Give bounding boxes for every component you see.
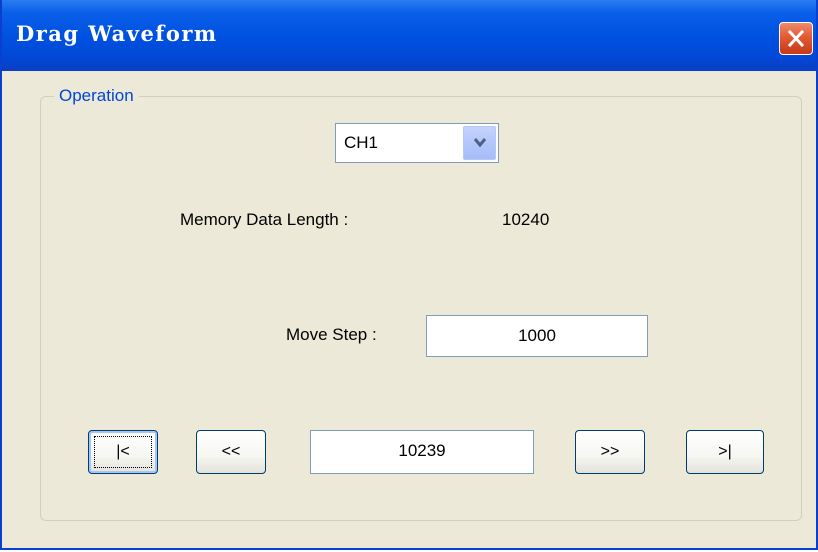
operation-group-label: Operation	[54, 86, 139, 106]
move-step-input[interactable]: 1000	[426, 315, 648, 357]
move-step-label: Move Step :	[286, 325, 377, 344]
channel-select-value: CH1	[344, 133, 379, 152]
channel-select-dropdown-button[interactable]	[463, 126, 496, 160]
first-button[interactable]: |<	[88, 430, 158, 474]
memory-data-length-label: Memory Data Length :	[180, 210, 349, 229]
last-button[interactable]: >|	[686, 430, 764, 474]
position-input[interactable]: 10239	[310, 430, 534, 474]
drag-waveform-dialog: Drag Waveform Operation CH1 Memory Data …	[0, 0, 818, 550]
window-title: Drag Waveform	[16, 21, 218, 46]
channel-select[interactable]: CH1	[335, 123, 499, 163]
title-bar[interactable]: Drag Waveform	[2, 0, 816, 71]
close-button[interactable]	[779, 22, 813, 55]
memory-data-length-value: 10240	[502, 210, 550, 229]
next-button[interactable]: >>	[575, 430, 645, 474]
previous-button[interactable]: <<	[196, 430, 266, 474]
